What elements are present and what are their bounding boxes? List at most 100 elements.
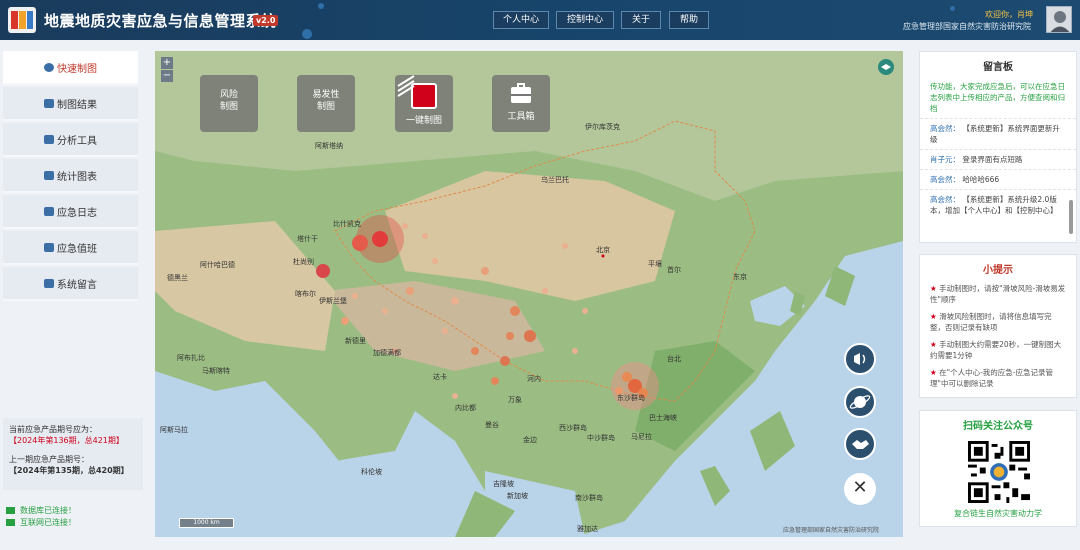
message-entry: 高会然： 【系统更新】系统升级2.0版本，增加【个人中心】和【控制中心】 (920, 189, 1076, 220)
sidebar-item-emergency-log[interactable]: 应急日志 (3, 195, 138, 229)
planet-button[interactable] (844, 386, 876, 418)
org-name: 应急管理部国家自然灾害防治研究院 (903, 22, 1031, 31)
qr-code-icon (968, 441, 1030, 503)
map-label-naypyidaw: 内比都 (455, 404, 476, 412)
sidebar: 快速制图 制图结果 分析工具 统计图表 应急日志 应急值班 系统留言 当前应急产… (0, 48, 145, 548)
sidebar-item-statistics[interactable]: 统计图表 (3, 159, 138, 193)
map-label-beijing: 北京 (596, 246, 610, 254)
message-author: 肖子元： (930, 155, 960, 164)
broadcast-button[interactable] (844, 343, 876, 375)
sidebar-item-label: 系统留言 (57, 279, 97, 291)
sidebar-item-label: 应急值班 (57, 243, 97, 255)
risk-mapping-button[interactable]: 风险 制图 (200, 75, 258, 132)
map-label-colombo: 科伦坡 (361, 468, 382, 476)
handshake-button[interactable] (844, 428, 876, 460)
chat-icon (44, 278, 54, 288)
map-label-irkutsk: 伊尔库茨克 (585, 123, 620, 131)
map-label-dushanbe: 杜尚别 (293, 258, 314, 266)
version-badge: v2.0 (253, 15, 279, 26)
close-button[interactable]: ✕ (844, 473, 876, 505)
map-label-dongsha: 东沙群岛 (617, 394, 645, 402)
message-entry: 高会然： 【系统更新】系统界面更新升级 (920, 118, 1076, 149)
current-period-value: 【2024年第136期，总421期】 (9, 436, 124, 445)
tips-panel: 小提示 ★ 手动制图时，请按"滑坡风险-滑坡易发性"顺序 ★ 滑坡风险制图时，请… (919, 254, 1077, 398)
map-label-tehran: 德黑兰 (167, 274, 188, 282)
map-label-manila: 马尼拉 (631, 433, 652, 441)
globe-icon (44, 62, 54, 72)
tip-text: 滑坡风险制图时，请将信息填写完整，否则记录有缺项 (930, 312, 1052, 332)
map-label-jakarta: 雅加达 (577, 525, 598, 533)
tip-text: 手动制图时，请按"滑坡风险-滑坡易发性"顺序 (930, 284, 1066, 304)
book-icon (44, 206, 54, 216)
map-label-new-delhi: 新德里 (345, 337, 366, 345)
nav-about[interactable]: 关于 (621, 11, 661, 29)
message-board: 留言板 传功能，大家完成应急后，可以在应急日志列表中上传相应的产品，方便查阅和归… (919, 51, 1077, 243)
decor-dot (302, 29, 312, 39)
message-author: 高会然： (930, 195, 960, 204)
message-intro: 传功能，大家完成应急后，可以在应急日志列表中上传相应的产品，方便查阅和归档 (930, 82, 1065, 113)
tip-text: 手动制图大约需要20秒，一键制图大约需要1分钟 (930, 340, 1062, 360)
susceptibility-mapping-label: 易发性 制图 (312, 90, 340, 112)
sidebar-item-analysis-tools[interactable]: 分析工具 (3, 123, 138, 157)
decor-dot (950, 6, 955, 11)
net-status: 互联网已连接！ (20, 518, 76, 527)
message-entry: 肖子元： 登录界面有点短路 (920, 149, 1076, 169)
tip-text: 在"个人中心-我的应急-应急记录管理"中可以删除记录 (930, 368, 1053, 388)
app-title: 地震地质灾害应急与信息管理系统 (44, 12, 277, 30)
one-click-mapping-button[interactable]: 一键制图 (395, 75, 453, 132)
sidebar-item-quick-mapping[interactable]: 快速制图 (3, 51, 138, 85)
tips-title: 小提示 (983, 265, 1013, 276)
map-label-vientiane: 万象 (508, 396, 522, 404)
nav-control-center[interactable]: 控制中心 (556, 11, 614, 29)
sidebar-item-mapping-results[interactable]: 制图结果 (3, 87, 138, 121)
toolbox-button[interactable]: 工具箱 (492, 75, 550, 132)
message-author: 高会然： (930, 124, 960, 133)
zoom-in-button[interactable]: + (161, 57, 173, 69)
message-entry: 高会然： 哈哈哈666 (920, 169, 1076, 189)
map-label-singapore: 新加坡 (507, 492, 528, 500)
message-text: 哈哈哈666 (962, 175, 1000, 184)
nav-help[interactable]: 帮助 (669, 11, 709, 29)
decor-dot (318, 3, 324, 9)
wifi-icon (6, 519, 15, 526)
map-label-bashi: 巴士海峡 (649, 414, 677, 422)
layers-icon[interactable] (878, 59, 894, 75)
susceptibility-mapping-button[interactable]: 易发性 制图 (297, 75, 355, 132)
planet-icon (849, 395, 871, 409)
db-status: 数据库已连接！ (20, 506, 76, 515)
map-view[interactable]: 风险 制图 易发性 制图 一键制图 工具箱 + − 阿斯塔纳 比什凯克 塔什干 … (155, 51, 903, 537)
qr-panel: 扫码关注公众号 复合链生自然灾害动力学 (919, 410, 1077, 527)
star-icon: ★ (930, 284, 937, 293)
map-label-taipei: 台北 (667, 355, 681, 363)
nav-personal-center[interactable]: 个人中心 (493, 11, 549, 29)
map-label-kabul: 喀布尔 (295, 290, 316, 298)
star-icon: ★ (930, 312, 937, 321)
app-header: 地震地质灾害应急与信息管理系统 v2.0 个人中心 控制中心 关于 帮助 欢迎你… (0, 0, 1080, 40)
map-label-abu-dhabi: 阿布扎比 (177, 354, 205, 362)
handshake-icon (852, 440, 869, 449)
scale-bar: 1000 km (179, 518, 234, 528)
map-label-zhongsha: 中沙群岛 (587, 434, 615, 442)
map-label-nansha: 南沙群岛 (575, 494, 603, 502)
megaphone-icon (854, 353, 866, 365)
current-period-label: 当前应急产品期号应为： (9, 425, 97, 434)
map-label-phnom-penh: 金边 (523, 436, 537, 444)
map-label-tashkent: 塔什干 (297, 235, 318, 243)
map-label-ashgabat: 阿什哈巴德 (200, 261, 235, 269)
map-label-hanoi: 河内 (527, 375, 541, 383)
tip-item: ★ 手动制图大约需要20秒，一键制图大约需要1分钟 (920, 336, 1076, 364)
message-board-title: 留言板 (983, 62, 1013, 73)
qr-title: 扫码关注公众号 (963, 421, 1033, 432)
close-icon: ✕ (852, 477, 868, 498)
sidebar-item-duty[interactable]: 应急值班 (3, 231, 138, 265)
message-scrollbar[interactable] (1069, 200, 1073, 234)
risk-mapping-label: 风险 制图 (219, 90, 238, 112)
map-label-muscat: 马斯喀特 (202, 367, 230, 375)
sidebar-item-messages[interactable]: 系统留言 (3, 267, 138, 301)
period-box: 当前应急产品期号应为： 【2024年第136期，总421期】 上一期应急产品期号… (3, 418, 143, 490)
previous-period-value: 【2024年第135期，总420期】 (9, 466, 129, 475)
zoom-out-button[interactable]: − (161, 70, 173, 82)
one-click-mapping-label: 一键制图 (405, 116, 442, 126)
avatar[interactable] (1046, 6, 1072, 33)
tip-item: ★ 滑坡风险制图时，请将信息填写完整，否则记录有缺项 (920, 308, 1076, 336)
